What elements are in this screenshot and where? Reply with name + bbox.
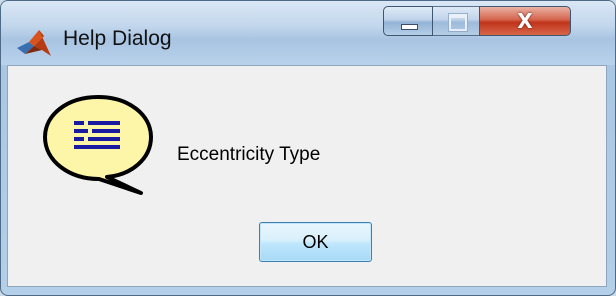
ok-button[interactable]: OK [259, 222, 372, 262]
help-message: Eccentricity Type [177, 144, 321, 165]
close-icon: X [517, 9, 533, 33]
window-title: Help Dialog [63, 27, 172, 50]
maximize-button[interactable] [432, 6, 480, 36]
title-bar[interactable]: Help Dialog X [1, 1, 615, 65]
matlab-logo-icon [17, 30, 51, 56]
help-speech-bubble-icon [43, 95, 153, 195]
dialog-body: Eccentricity Type OK [7, 65, 607, 287]
close-button[interactable]: X [479, 6, 571, 36]
minimize-button[interactable] [383, 6, 433, 36]
minimize-icon [401, 24, 418, 30]
help-dialog-window: Help Dialog X Eccentricity Type OK [0, 0, 616, 296]
maximize-icon [449, 14, 467, 31]
